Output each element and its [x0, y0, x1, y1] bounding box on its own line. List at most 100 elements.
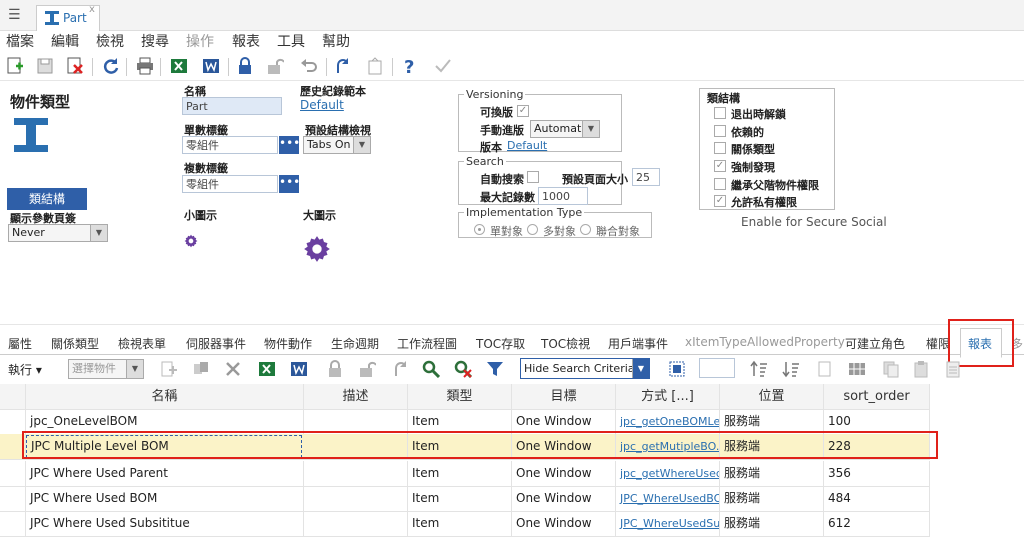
tab-relationship-types[interactable]: 關係類型 [51, 335, 99, 352]
grid-lock-icon[interactable] [324, 358, 346, 380]
tab-allowed-property[interactable]: xItemTypeAllowedProperty [685, 335, 845, 349]
select-item-dropdown[interactable]: 選擇物件 ▼ [68, 359, 144, 379]
cell-name[interactable]: JPC Where Used BOM [26, 486, 304, 511]
cell-location[interactable]: 服務端 [720, 461, 824, 486]
column-header-location[interactable]: 位置 [720, 384, 824, 409]
version-link[interactable]: Default [507, 139, 547, 152]
tab-can-add-roles[interactable]: 可建立角色 [845, 335, 905, 352]
column-header-method[interactable]: 方式 [...] [616, 384, 720, 409]
cell-type[interactable]: Item [408, 511, 512, 536]
large-gear-icon[interactable] [303, 235, 331, 263]
cell-location[interactable]: 服務端 [720, 511, 824, 536]
small-gear-icon[interactable] [184, 234, 198, 248]
unlock-icon[interactable] [264, 55, 286, 77]
relationship-checkbox[interactable] [714, 142, 726, 154]
cell-description[interactable] [304, 486, 408, 511]
enforce-discovery-checkbox[interactable]: ✓ [714, 160, 726, 172]
cell-type[interactable]: Item [408, 486, 512, 511]
tab-properties[interactable]: 屬性 [8, 335, 32, 352]
grid-excel-icon[interactable] [256, 358, 278, 380]
undo-icon[interactable] [298, 55, 320, 77]
row-selector[interactable] [0, 486, 26, 511]
search-mode-select[interactable]: Hide Search Criteria ▼ [520, 358, 650, 379]
cell-method-link[interactable]: jpc_getWhereUsed... [616, 461, 720, 486]
auto-search-checkbox[interactable] [527, 171, 539, 183]
multiple-radio[interactable] [527, 224, 538, 235]
save-icon[interactable] [34, 55, 56, 77]
menu-actions[interactable]: 操作 [186, 31, 214, 51]
max-records-field[interactable]: 1000 [538, 187, 588, 205]
new-icon[interactable] [4, 55, 26, 77]
delete-icon[interactable] [64, 55, 86, 77]
menu-view[interactable]: 檢視 [96, 31, 124, 51]
tab-server-events[interactable]: 伺服器事件 [186, 335, 246, 352]
lock-icon[interactable] [234, 55, 256, 77]
sort-ascending-icon[interactable] [748, 358, 770, 380]
cell-description[interactable] [304, 461, 408, 486]
column-header-name[interactable]: 名稱 [26, 384, 304, 409]
cell-type[interactable]: Item [408, 461, 512, 486]
cell-method-link[interactable]: JPC_WhereUsedBOM [616, 486, 720, 511]
tab-lifecycle[interactable]: 生命週期 [331, 335, 379, 352]
grid-unlock-icon[interactable] [356, 358, 378, 380]
refresh-icon[interactable] [100, 55, 122, 77]
page-input[interactable] [699, 358, 735, 378]
pick-related-icon[interactable] [190, 358, 212, 380]
table-row[interactable]: JPC Where Used Parent Item One Window jp… [0, 461, 930, 487]
excel-icon[interactable] [168, 55, 190, 77]
table-row[interactable]: JPC Where Used BOM Item One Window JPC_W… [0, 486, 930, 512]
run-menu[interactable]: 執行 ▾ [8, 361, 42, 378]
single-radio[interactable] [474, 224, 485, 235]
splitter[interactable] [0, 324, 1024, 325]
filter-icon[interactable] [484, 358, 506, 380]
menu-help[interactable]: 幫助 [322, 31, 350, 51]
print-icon[interactable] [134, 55, 156, 77]
versionable-checkbox[interactable]: ✓ [517, 105, 529, 117]
singular-field[interactable]: 零組件 [182, 136, 278, 154]
select-all-icon[interactable] [666, 358, 688, 380]
unlock-on-logout-checkbox[interactable] [714, 107, 726, 119]
tab-close-icon[interactable]: x [89, 4, 95, 15]
plural-picker-button[interactable]: ••• [279, 175, 300, 193]
menu-search[interactable]: 搜尋 [141, 31, 169, 51]
remove-row-icon[interactable] [222, 358, 244, 380]
column-header-target[interactable]: 目標 [512, 384, 616, 409]
dependent-checkbox[interactable] [714, 125, 726, 137]
cell-sort-order[interactable]: 484 [824, 486, 930, 511]
grid-word-icon[interactable] [288, 358, 310, 380]
menu-reports[interactable]: 報表 [232, 31, 260, 51]
tab-toc-access[interactable]: TOC存取 [476, 335, 525, 352]
document-icon[interactable] [942, 358, 964, 380]
done-icon[interactable] [432, 55, 454, 77]
cell-description[interactable] [304, 511, 408, 536]
cell-target[interactable]: One Window [512, 461, 616, 486]
tab-toc-view[interactable]: TOC檢視 [541, 335, 590, 352]
cell-location[interactable]: 服務端 [720, 486, 824, 511]
cell-name[interactable]: JPC Where Used Subsititue [26, 511, 304, 536]
version-icon[interactable] [332, 55, 354, 77]
cell-method-link[interactable]: JPC_WhereUsedSu... [616, 511, 720, 536]
paste-icon[interactable] [910, 358, 932, 380]
inherit-permissions-checkbox[interactable] [714, 178, 726, 190]
clear-search-icon[interactable] [452, 358, 474, 380]
history-link[interactable]: Default [300, 98, 344, 112]
row-selector[interactable] [0, 461, 26, 486]
cell-sort-order[interactable]: 612 [824, 511, 930, 536]
cell-target[interactable]: One Window [512, 486, 616, 511]
tab-item-actions[interactable]: 物件動作 [264, 335, 312, 352]
copy-icon[interactable] [814, 358, 836, 380]
search-icon[interactable] [420, 358, 442, 380]
private-permissions-checkbox[interactable]: ✓ [714, 195, 726, 207]
column-header-description[interactable]: 描述 [304, 384, 408, 409]
tab-workflow[interactable]: 工作流程圖 [397, 335, 457, 352]
hamburger-menu-icon[interactable]: ☰ [8, 7, 21, 23]
grid-version-icon[interactable] [390, 358, 412, 380]
cell-target[interactable]: One Window [512, 511, 616, 536]
cell-sort-order[interactable]: 356 [824, 461, 930, 486]
word-icon[interactable] [200, 55, 222, 77]
default-view-select[interactable]: Tabs On ▼ [303, 136, 371, 154]
columns-icon[interactable] [846, 358, 868, 380]
tab-view-forms[interactable]: 檢視表單 [118, 335, 166, 352]
add-row-icon[interactable] [158, 358, 180, 380]
manual-select[interactable]: Automatic ▼ [530, 120, 600, 138]
